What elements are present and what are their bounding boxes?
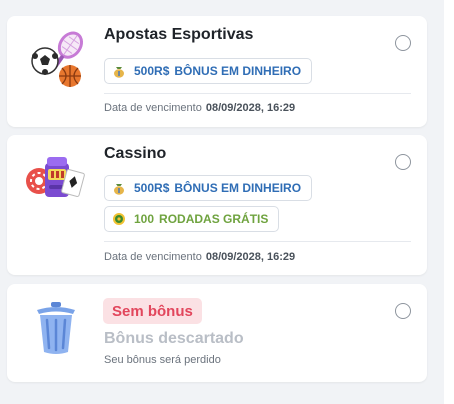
chip-amount: 100 bbox=[134, 212, 155, 226]
expiry-value: 08/09/2028, 16:29 bbox=[205, 102, 296, 114]
bonus-option-casino[interactable]: Cassino 500R$ BÔNUS EM DINHEIRO 100 RODA… bbox=[7, 135, 427, 275]
free-spins-chip: 100 RODADAS GRÁTIS bbox=[104, 206, 280, 232]
bonus-radio-sports[interactable] bbox=[395, 35, 411, 51]
bonus-selection-panel: Apostas Esportivas 500R$ BÔNUS EM DINHEI… bbox=[0, 0, 444, 404]
discarded-title: Bônus descartado bbox=[104, 330, 244, 347]
money-bag-icon bbox=[112, 181, 126, 195]
bonus-radio-none[interactable] bbox=[395, 303, 411, 319]
chip-amount: 500R$ bbox=[134, 181, 170, 195]
expiry-label: Data de vencimento bbox=[104, 251, 202, 263]
trash-can-icon bbox=[23, 294, 89, 360]
cash-bonus-chip: 500R$ BÔNUS EM DINHEIRO bbox=[104, 58, 313, 84]
expiry-date: Data de vencimento 08/09/2028, 16:29 bbox=[104, 102, 295, 114]
money-bag-icon bbox=[112, 64, 126, 78]
bonus-option-sports[interactable]: Apostas Esportivas 500R$ BÔNUS EM DINHEI… bbox=[7, 16, 427, 127]
chip-label: BÔNUS EM DINHEIRO bbox=[174, 181, 302, 195]
spin-coin-icon bbox=[112, 212, 126, 226]
divider bbox=[104, 93, 411, 94]
chip-amount: 500R$ bbox=[134, 64, 170, 78]
bonus-option-none[interactable]: Sem bônus Bônus descartado Seu bônus ser… bbox=[7, 284, 427, 382]
chip-label: RODADAS GRÁTIS bbox=[159, 212, 269, 226]
bonus-title: Cassino bbox=[104, 145, 167, 162]
discarded-subtitle: Seu bônus será perdido bbox=[104, 354, 221, 366]
bonus-title: Apostas Esportivas bbox=[104, 26, 254, 43]
expiry-label: Data de vencimento bbox=[104, 102, 202, 114]
expiry-value: 08/09/2028, 16:29 bbox=[205, 251, 296, 263]
divider bbox=[104, 241, 411, 242]
expiry-date: Data de vencimento 08/09/2028, 16:29 bbox=[104, 251, 295, 263]
casino-slot-icon bbox=[23, 145, 89, 211]
cash-bonus-chip: 500R$ BÔNUS EM DINHEIRO bbox=[104, 175, 313, 201]
scrollbar-track[interactable] bbox=[444, 0, 454, 404]
no-bonus-badge: Sem bônus bbox=[103, 298, 202, 324]
sports-balls-icon bbox=[23, 28, 89, 94]
bonus-radio-casino[interactable] bbox=[395, 154, 411, 170]
chip-label: BÔNUS EM DINHEIRO bbox=[174, 64, 302, 78]
